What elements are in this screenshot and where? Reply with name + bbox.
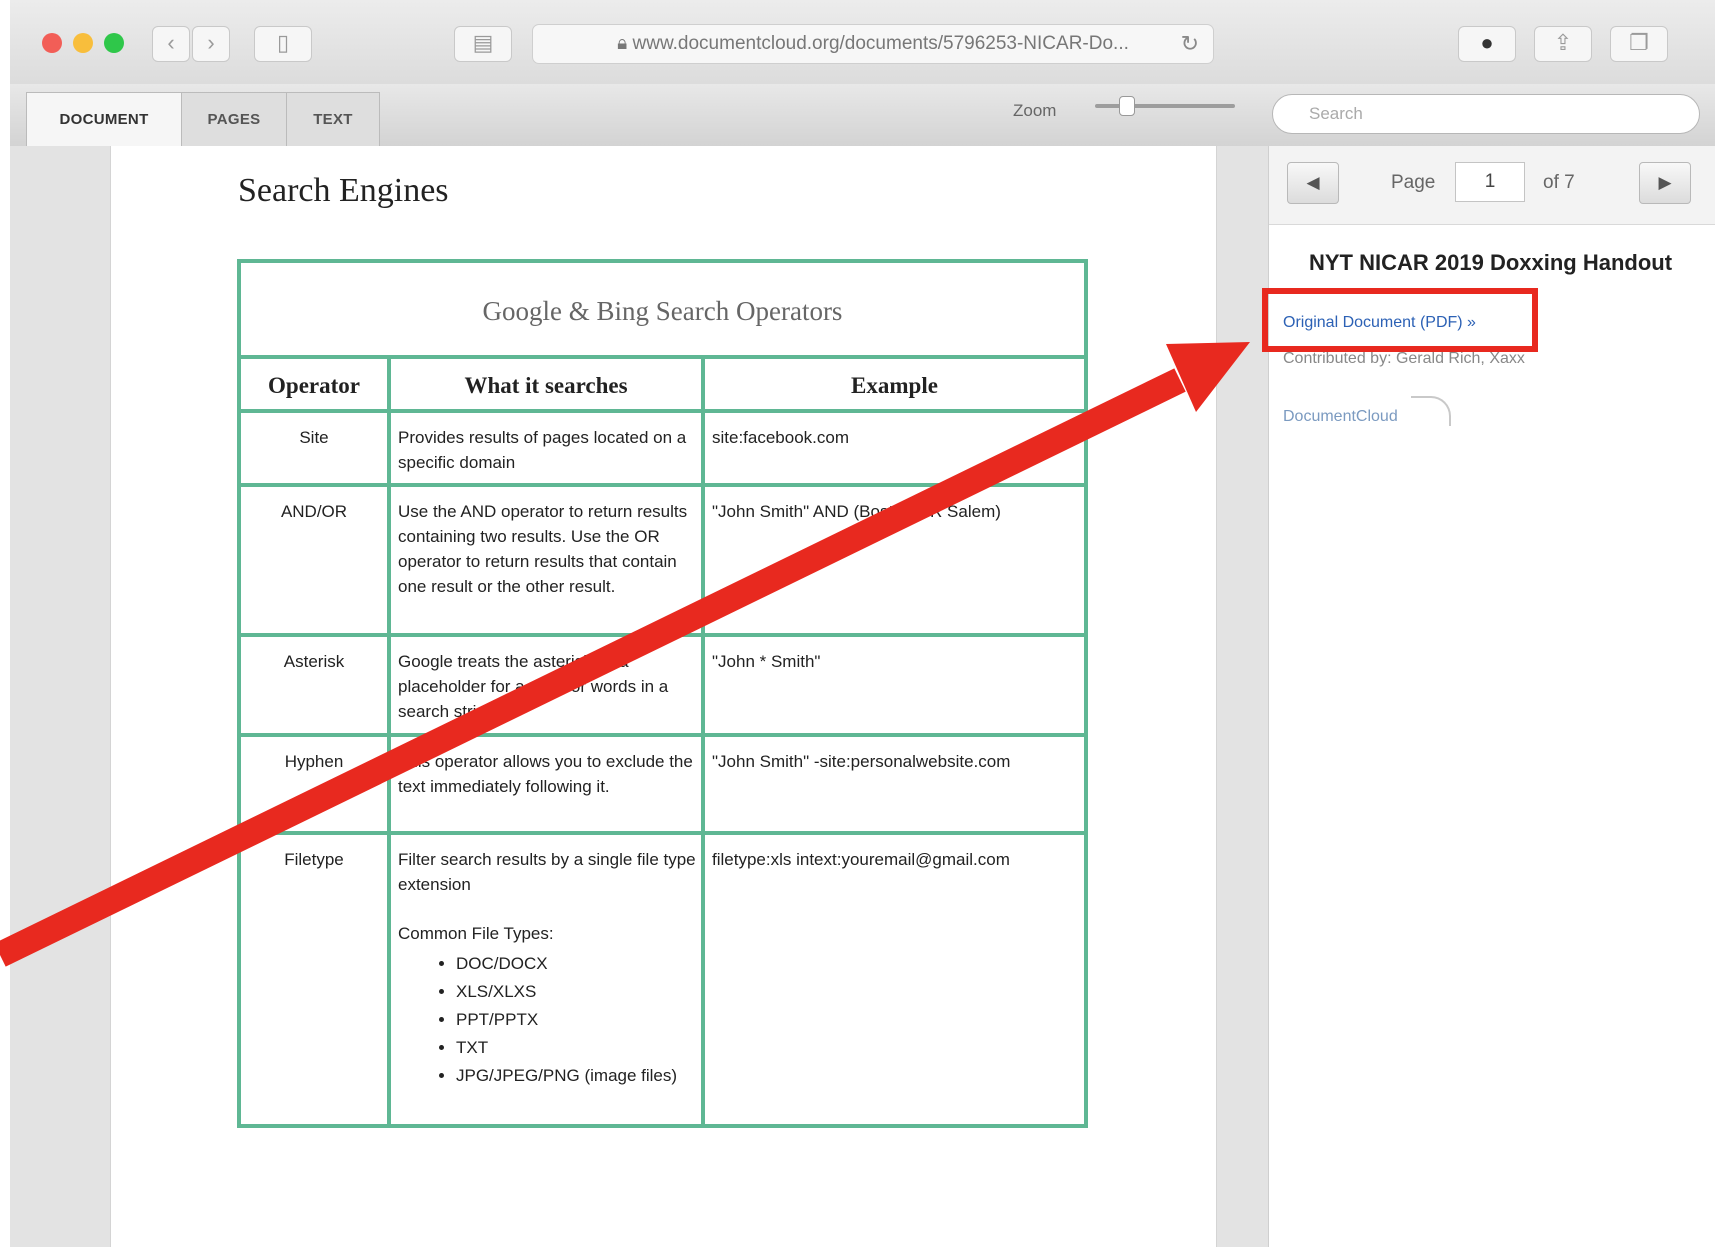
share-icon: ⇪: [1553, 30, 1573, 55]
table-cell-searches: Use the AND operator to return results c…: [398, 502, 688, 596]
browser-toolbar: ‹ › ▯ ▤ 🔒︎ www.documentcloud.org/documen…: [10, 0, 1715, 85]
chevron-left-icon: ‹: [167, 30, 175, 55]
table-divider: [387, 359, 391, 1124]
page-navigator: ◀ Page of 7 ▶: [1269, 146, 1715, 225]
list-item: TXT: [456, 1034, 696, 1062]
row-divider: [241, 483, 1084, 487]
tab-document[interactable]: DOCUMENT: [26, 92, 182, 146]
close-window-button[interactable]: [42, 33, 62, 53]
table-cell-searches: Filter search results by a single file t…: [398, 850, 696, 894]
forward-button[interactable]: ›: [192, 26, 230, 62]
table-cell-example: "John Smith" -site:personalwebsite.com: [712, 752, 1011, 771]
zoom-window-button[interactable]: [104, 33, 124, 53]
tab-pages[interactable]: PAGES: [181, 92, 287, 146]
chevron-right-icon: ›: [207, 30, 215, 55]
extension-button[interactable]: ●: [1458, 26, 1516, 62]
header-row-border: [241, 359, 1084, 413]
tab-text[interactable]: TEXT: [286, 92, 380, 146]
search-input[interactable]: [1272, 94, 1700, 134]
file-types-list: DOC/DOCX XLS/XLXS PPT/PPTX TXT JPG/JPEG/…: [398, 950, 696, 1090]
previous-page-button[interactable]: ◀: [1287, 162, 1339, 204]
next-page-button[interactable]: ▶: [1639, 162, 1691, 204]
sidebar-icon: ▯: [276, 30, 290, 55]
table-caption: Google & Bing Search Operators: [241, 263, 1084, 359]
page-heading: Search Engines: [238, 172, 449, 209]
table-cell-operator: Asterisk: [283, 652, 345, 671]
lock-icon: 🔒︎: [617, 33, 633, 54]
document-title: NYT NICAR 2019 Doxxing Handout: [1309, 250, 1673, 275]
triangle-right-icon: ▶: [1658, 173, 1672, 192]
zoom-label: Zoom: [1013, 101, 1057, 120]
sidebar-toggle-button[interactable]: ▯: [254, 26, 312, 62]
table-cell-example: filetype:xls intext:youremail@gmail.com: [712, 850, 1010, 869]
zoom-slider-thumb[interactable]: [1119, 96, 1135, 116]
list-item: XLS/XLXS: [456, 978, 696, 1006]
table-cell-operator: Hyphen: [284, 752, 344, 771]
row-divider: [241, 633, 1084, 637]
reload-icon[interactable]: ↻: [1181, 25, 1199, 63]
triangle-left-icon: ◀: [1306, 173, 1320, 192]
share-button[interactable]: ⇪: [1534, 26, 1592, 62]
table-cell-example: "John Smith" AND (Boston OR Salem): [712, 502, 1001, 521]
table-divider: [701, 359, 705, 1124]
extension-icon: ●: [1480, 30, 1494, 55]
documentcloud-logo-mark: [1411, 396, 1451, 426]
list-item: JPG/JPEG/PNG (image files): [456, 1062, 696, 1090]
table-cell-operator: Filetype: [284, 850, 344, 869]
file-types-label: Common File Types:: [398, 924, 554, 943]
documentcloud-logo[interactable]: DocumentCloud: [1283, 408, 1398, 426]
table-cell-searches: Provides results of pages located on a s…: [398, 428, 687, 472]
table-cell-example: site:facebook.com: [712, 428, 850, 447]
page-label: Page: [1391, 172, 1436, 193]
minimize-window-button[interactable]: [73, 33, 93, 53]
tabs-button[interactable]: ❐: [1610, 26, 1668, 62]
page-number-input[interactable]: [1455, 162, 1525, 202]
table-cell-searches: Google treats the asterisk as a placehol…: [398, 652, 669, 721]
contributor-text: Contributed by: Gerald Rich, Xaxx: [1283, 350, 1525, 367]
table-cell-searches: This operator allows you to exclude the …: [398, 752, 693, 796]
table-cell-searches-group: Filter search results by a single file t…: [398, 847, 696, 1090]
table-cell-operator: Site: [299, 428, 329, 447]
row-divider: [241, 831, 1084, 835]
document-icon: ▤: [472, 30, 494, 55]
address-bar[interactable]: 🔒︎ www.documentcloud.org/documents/57962…: [532, 24, 1214, 64]
row-divider: [241, 733, 1084, 737]
operators-table: Google & Bing Search Operators Operator …: [237, 259, 1088, 1128]
highlight-box: [1262, 288, 1538, 352]
url-text: www.documentcloud.org/documents/5796253-…: [632, 33, 1129, 54]
list-item: DOC/DOCX: [456, 950, 696, 978]
page-count: of 7: [1543, 172, 1575, 193]
table-cell-operator: AND/OR: [280, 502, 348, 521]
tabs-icon: ❐: [1629, 30, 1649, 55]
zoom-slider[interactable]: [1095, 104, 1235, 108]
viewer-toolbar: DOCUMENT PAGES TEXT Zoom ⌕: [10, 84, 1715, 147]
table-cell-example: "John * Smith": [712, 652, 821, 671]
reader-button[interactable]: ▤: [454, 26, 512, 62]
list-item: PPT/PPTX: [456, 1006, 696, 1034]
back-button[interactable]: ‹: [152, 26, 190, 62]
